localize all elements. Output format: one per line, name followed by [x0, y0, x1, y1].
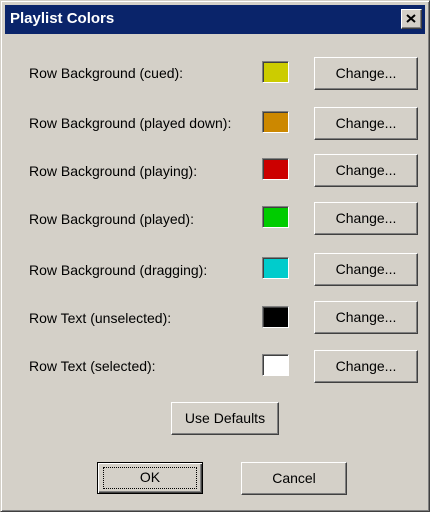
swatch-row-background-played: [262, 206, 289, 228]
swatch-row-text-unselected: [262, 306, 289, 328]
swatch-row-text-selected: [262, 354, 289, 376]
swatch-row-background-playing: [262, 158, 289, 180]
label-row-background-played: Row Background (played):: [29, 211, 194, 227]
close-button[interactable]: [401, 9, 422, 29]
swatch-row-background-played-down: [262, 111, 289, 133]
use-defaults-button[interactable]: Use Defaults: [171, 402, 279, 435]
label-row-background-cued: Row Background (cued):: [29, 65, 184, 81]
change-row-background-cued-button[interactable]: Change...: [314, 57, 418, 90]
change-row-text-selected-button[interactable]: Change...: [314, 350, 418, 383]
swatch-row-background-dragging: [262, 257, 289, 279]
change-row-background-dragging-button[interactable]: Change...: [314, 253, 418, 286]
change-row-background-playing-button[interactable]: Change...: [314, 154, 418, 187]
change-row-text-unselected-button[interactable]: Change...: [314, 301, 418, 334]
close-icon: [406, 14, 416, 23]
label-row-background-playing: Row Background (playing):: [29, 163, 198, 179]
playlist-colors-dialog: Playlist Colors Row Background (cued): C…: [0, 0, 430, 512]
label-row-background-played-down: Row Background (played down):: [29, 115, 232, 131]
label-row-text-unselected: Row Text (unselected):: [29, 310, 172, 326]
change-row-background-played-down-button[interactable]: Change...: [314, 107, 418, 140]
ok-button[interactable]: OK: [97, 462, 203, 494]
cancel-button[interactable]: Cancel: [241, 462, 347, 495]
title-bar[interactable]: Playlist Colors: [5, 5, 425, 34]
dialog-title: Playlist Colors: [10, 10, 115, 27]
swatch-row-background-cued: [262, 61, 289, 83]
label-row-text-selected: Row Text (selected):: [29, 358, 156, 374]
label-row-background-dragging: Row Background (dragging):: [29, 262, 208, 278]
change-row-background-played-button[interactable]: Change...: [314, 202, 418, 235]
ok-button-label: OK: [139, 469, 161, 485]
